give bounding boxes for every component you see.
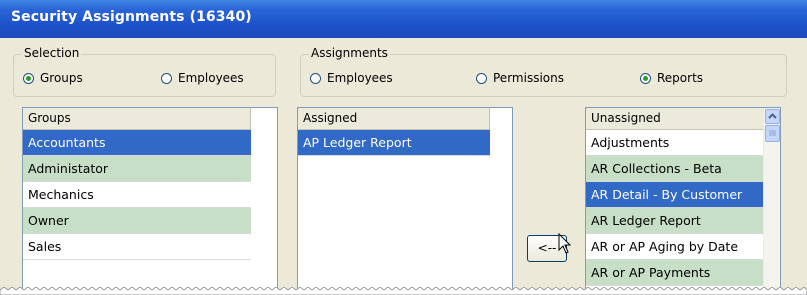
radio-button[interactable] — [310, 72, 321, 84]
radio-employees-label: Employees — [178, 71, 244, 85]
unassigned-scrollbar[interactable] — [763, 108, 780, 294]
mouse-cursor-icon — [558, 233, 572, 254]
unassigned-row-ar-ap-aging[interactable]: AR or AP Aging by Date — [586, 234, 764, 260]
radio-assign-employees-label: Employees — [327, 71, 393, 85]
groups-list[interactable]: Groups Accountants Administator Mechanic… — [22, 107, 278, 295]
assigned-header[interactable]: Assigned — [298, 108, 490, 130]
unassigned-row-adjustments[interactable]: Adjustments — [586, 130, 764, 156]
title-bar: Security Assignments (16340) — [0, 0, 807, 38]
unassigned-row-ar-ledger-report[interactable]: AR Ledger Report — [586, 208, 764, 234]
radio-assign-employees[interactable]: Employees — [310, 71, 393, 85]
radio-reports-label: Reports — [657, 71, 704, 85]
group-row-accountants[interactable]: Accountants — [23, 130, 251, 156]
torn-edge — [0, 287, 807, 295]
radio-permissions[interactable]: Permissions — [476, 71, 564, 85]
groups-header[interactable]: Groups — [23, 108, 251, 130]
group-row-owner[interactable]: Owner — [23, 208, 251, 234]
unassigned-row-ar-collections-beta[interactable]: AR Collections - Beta — [586, 156, 764, 182]
radio-permissions-label: Permissions — [493, 71, 564, 85]
unassigned-row-ar-ap-payments[interactable]: AR or AP Payments — [586, 260, 764, 286]
assignments-group-label: Assignments — [309, 46, 390, 60]
scroll-thumb[interactable] — [765, 125, 780, 142]
radio-groups[interactable]: Groups — [23, 71, 83, 85]
radio-groups-label: Groups — [40, 71, 83, 85]
radio-reports[interactable]: Reports — [640, 71, 703, 85]
dialog-body: Selection Groups Employees Assignments E… — [0, 38, 807, 295]
unassigned-list[interactable]: Unassigned Adjustments AR Collections - … — [585, 107, 781, 295]
assigned-list[interactable]: Assigned AP Ledger Report — [297, 107, 513, 295]
selection-group: Selection Groups Employees — [13, 46, 276, 97]
grip-icon — [769, 130, 776, 136]
group-row-mechanics[interactable]: Mechanics — [23, 182, 251, 208]
unassigned-header[interactable]: Unassigned — [586, 108, 764, 130]
radio-button[interactable] — [640, 72, 651, 84]
window-title: Security Assignments (16340) — [11, 9, 252, 25]
group-row-sales[interactable]: Sales — [23, 234, 251, 260]
unassigned-row-ar-detail-by-customer[interactable]: AR Detail - By Customer — [586, 182, 764, 208]
group-row-administator[interactable]: Administator — [23, 156, 251, 182]
radio-button[interactable] — [23, 72, 34, 84]
radio-button[interactable] — [476, 72, 487, 84]
chevron-up-icon — [768, 113, 777, 119]
assignments-group: Assignments Employees Permissions Report… — [300, 46, 787, 97]
selection-group-label: Selection — [22, 46, 82, 60]
assigned-row-ap-ledger-report[interactable]: AP Ledger Report — [298, 130, 490, 156]
radio-employees[interactable]: Employees — [161, 71, 244, 85]
radio-button[interactable] — [161, 72, 172, 84]
scroll-up-button[interactable] — [765, 109, 780, 124]
